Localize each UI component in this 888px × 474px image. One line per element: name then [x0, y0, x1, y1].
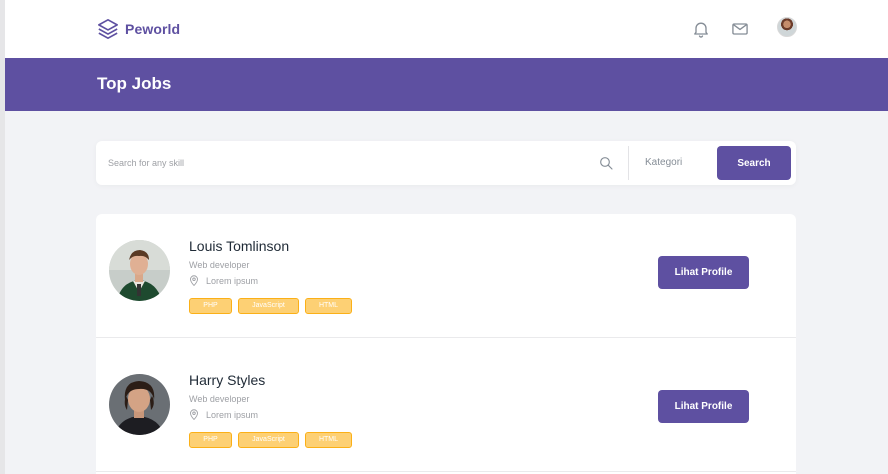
profile-location: Lorem ipsum	[206, 410, 259, 420]
skill-badge: JavaScript	[238, 432, 299, 448]
search-input[interactable]	[108, 153, 578, 173]
skill-badge: PHP	[189, 432, 232, 448]
search-divider	[628, 146, 629, 180]
profile-role: Web developer	[189, 394, 250, 404]
navbar: Peworld	[5, 0, 888, 58]
mail-icon[interactable]	[730, 19, 750, 39]
profile-card: Louis Tomlinson Web developer Lorem ipsu…	[96, 214, 796, 337]
row-divider	[96, 471, 796, 472]
row-divider	[96, 337, 796, 338]
skill-badge: PHP	[189, 298, 232, 314]
brand-logo[interactable]: Peworld	[97, 17, 180, 41]
category-select[interactable]: Kategori	[645, 157, 682, 168]
location-pin-icon	[190, 409, 198, 420]
view-profile-button[interactable]: Lihat Profile	[658, 390, 749, 423]
bell-icon[interactable]	[691, 19, 711, 39]
page-title: Top Jobs	[97, 74, 172, 93]
profile-list: Louis Tomlinson Web developer Lorem ipsu…	[96, 214, 796, 474]
layers-logo-icon	[98, 19, 118, 39]
search-icon[interactable]	[598, 155, 614, 171]
profile-role: Web developer	[189, 260, 250, 270]
search-bar: Kategori Search	[96, 141, 796, 185]
user-avatar[interactable]	[777, 17, 797, 37]
skill-badge: HTML	[305, 298, 352, 314]
profile-location: Lorem ipsum	[206, 276, 259, 286]
skill-badge: HTML	[305, 432, 352, 448]
profile-photo	[109, 240, 170, 301]
skill-badge: JavaScript	[238, 298, 299, 314]
view-profile-button[interactable]: Lihat Profile	[658, 256, 749, 289]
profile-photo	[109, 374, 170, 435]
profile-card: Harry Styles Web developer Lorem ipsum P…	[96, 348, 796, 471]
search-button[interactable]: Search	[717, 146, 791, 180]
page-header: Top Jobs	[5, 58, 888, 111]
profile-name: Louis Tomlinson	[189, 238, 290, 254]
brand-name: Peworld	[125, 21, 181, 37]
location-pin-icon	[190, 275, 198, 286]
profile-name: Harry Styles	[189, 372, 266, 388]
